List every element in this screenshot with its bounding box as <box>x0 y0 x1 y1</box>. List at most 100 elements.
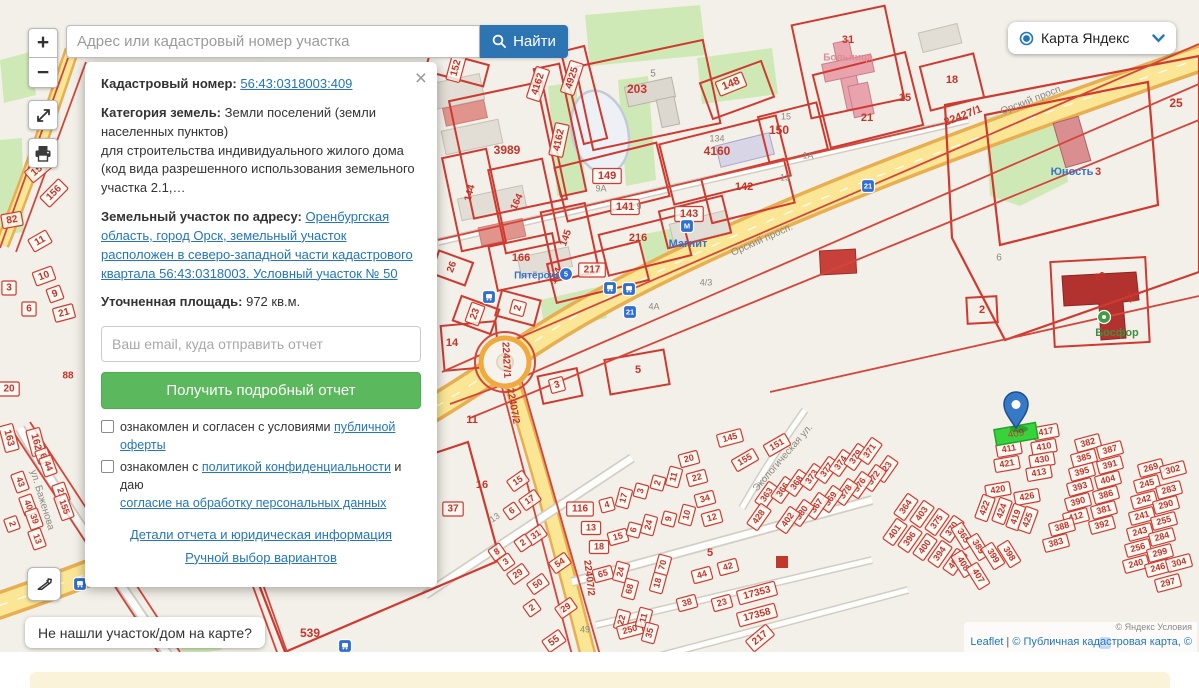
land-use-text: для строительства индивидуального жилого… <box>101 142 421 199</box>
parcel-label: 88 <box>62 371 74 382</box>
parcel-label: 217 <box>579 263 606 277</box>
cadastral-number-link[interactable]: 56:43:0318003:409 <box>240 76 352 91</box>
svg-text:5: 5 <box>650 69 656 80</box>
svg-text:Больница: Больница <box>823 53 873 64</box>
bus-icon[interactable] <box>339 640 352 653</box>
parcel-label: 166 <box>512 252 530 264</box>
personal-data-link[interactable]: согласие на обработку персональных данны… <box>120 496 386 510</box>
parcel-label: 150 <box>769 123 789 137</box>
search-bar: Найти <box>66 25 568 58</box>
area-row: Уточненная площадь: 972 кв.м. <box>101 293 421 312</box>
notification-bar <box>30 672 1170 688</box>
route-icon[interactable]: 21 <box>862 180 875 193</box>
parcel-label: 21 <box>861 112 873 124</box>
svg-text:150: 150 <box>769 123 789 137</box>
svg-text:31: 31 <box>842 34 854 46</box>
chevron-down-icon[interactable] <box>1152 34 1165 43</box>
svg-text:9: 9 <box>636 201 641 211</box>
svg-text:4/3: 4/3 <box>700 277 713 287</box>
p5-icon[interactable]: 5 <box>560 268 573 281</box>
parcel-label: 37 <box>443 502 463 516</box>
area-value: 972 кв.м. <box>242 294 300 309</box>
route-icon[interactable]: 21 <box>624 306 637 319</box>
svg-text:Юность: Юность <box>1051 166 1094 178</box>
not-found-button[interactable]: Не нашли участок/дом на карте? <box>25 617 265 648</box>
offer-checkbox[interactable] <box>101 420 114 433</box>
close-icon[interactable]: × <box>415 68 427 89</box>
svg-text:14: 14 <box>446 337 459 349</box>
report-details-link[interactable]: Детали отчета и юридическая информация <box>130 527 392 542</box>
leaflet-link[interactable]: Leaflet <box>970 636 1003 648</box>
svg-text:216: 216 <box>629 232 647 244</box>
privacy-checkbox[interactable] <box>101 460 114 473</box>
parcel-label: 13 <box>581 522 600 535</box>
parcel-label: 5 <box>707 547 713 559</box>
parcel-label: 6 <box>626 522 642 538</box>
map-canvas[interactable]: 1521541568211109621388201631626444321155… <box>0 0 1199 652</box>
svg-text:5: 5 <box>564 269 568 278</box>
svg-text:539: 539 <box>300 626 320 640</box>
cadastral-number-row: Кадастровый номер: 56:43:0318003:409 <box>101 75 421 94</box>
parcel-label: Пятёрочка <box>514 271 566 282</box>
parcel-label: 16 <box>476 479 488 491</box>
search-button[interactable]: Найти <box>480 25 568 58</box>
svg-text:15: 15 <box>899 92 911 104</box>
get-report-button[interactable]: Получить подробный отчет <box>101 372 421 409</box>
privacy-policy-link[interactable]: политикой конфиденциальности <box>202 460 391 474</box>
manual-select-link[interactable]: Ручной выбор вариантов <box>185 550 337 565</box>
svg-text:М: М <box>684 221 690 230</box>
svg-text:13: 13 <box>586 522 596 532</box>
privacy-consent-text: ознакомлен с политикой конфиденциальност… <box>120 458 421 512</box>
privacy-text-1: ознакомлен с <box>120 460 202 474</box>
parcel-label: 2 <box>650 475 666 491</box>
svg-text:9А: 9А <box>595 183 606 193</box>
parcel-label: 116 <box>567 502 594 516</box>
parcel-info-panel: × Кадастровый номер: 56:43:0318003:409 К… <box>85 62 437 587</box>
search-input[interactable] <box>66 25 480 58</box>
bosfor-icon[interactable] <box>1098 311 1111 324</box>
parcel-label: 24 <box>1125 291 1137 303</box>
email-input[interactable] <box>101 326 421 362</box>
parcel-label: 31 <box>842 34 854 46</box>
parcel-label: 1А <box>802 150 813 160</box>
parcel-label: 3 <box>548 376 565 393</box>
radio-selected-icon[interactable] <box>1019 31 1034 46</box>
parcel-label: 9 <box>661 511 677 527</box>
svg-text:11: 11 <box>466 414 478 426</box>
bus-icon[interactable] <box>623 283 636 296</box>
parcel-label: 142 <box>735 181 753 193</box>
zoom-out-button[interactable]: − <box>28 58 58 88</box>
parcel-label: 25 <box>1169 96 1183 110</box>
layer-switcher-label: Карта Яндекс <box>1041 30 1145 46</box>
address-label: Земельный участок по адресу: <box>101 209 302 224</box>
pkk-link[interactable]: © Публичная кадастровая карта, © <box>1012 636 1192 648</box>
svg-text:15: 15 <box>781 111 791 121</box>
yandex-attribution: © Яндекс Условия <box>970 623 1192 633</box>
offer-consent-text: ознакомлен и согласен с условиями публич… <box>120 418 421 454</box>
parcel-label: 5 <box>635 364 641 376</box>
svg-text:37: 37 <box>447 504 459 515</box>
land-category-row: Категория земель: Земли поселений (земли… <box>101 104 421 198</box>
zoom-in-button[interactable]: + <box>28 28 58 58</box>
svg-text:21: 21 <box>626 307 634 316</box>
svg-text:4160: 4160 <box>704 144 731 158</box>
cadastral-number-label: Кадастровый номер: <box>101 76 237 91</box>
parcel-label: 9А <box>595 183 606 193</box>
measure-button[interactable] <box>27 567 61 601</box>
panel-footer-links: Детали отчета и юридическая информация Р… <box>101 526 421 568</box>
print-button[interactable] <box>28 138 58 168</box>
fullscreen-button[interactable] <box>28 100 58 130</box>
parcel-label: 20 <box>0 382 19 396</box>
printer-icon <box>34 145 52 162</box>
svg-text:Босфор: Босфор <box>1095 327 1139 339</box>
parcel-label: 15 <box>781 111 791 121</box>
search-icon <box>492 34 507 49</box>
bus-icon[interactable] <box>604 282 617 295</box>
parcel-label: 13 <box>780 172 790 182</box>
map-attribution: © Яндекс Условия Leaflet | © Публичная к… <box>964 622 1197 652</box>
magnit-icon[interactable]: М <box>681 220 694 233</box>
expand-arrows-icon <box>35 107 52 124</box>
bus-icon[interactable] <box>483 291 496 304</box>
layer-switcher[interactable]: Карта Яндекс <box>1008 22 1176 54</box>
parcel-label: 216 <box>629 232 647 244</box>
